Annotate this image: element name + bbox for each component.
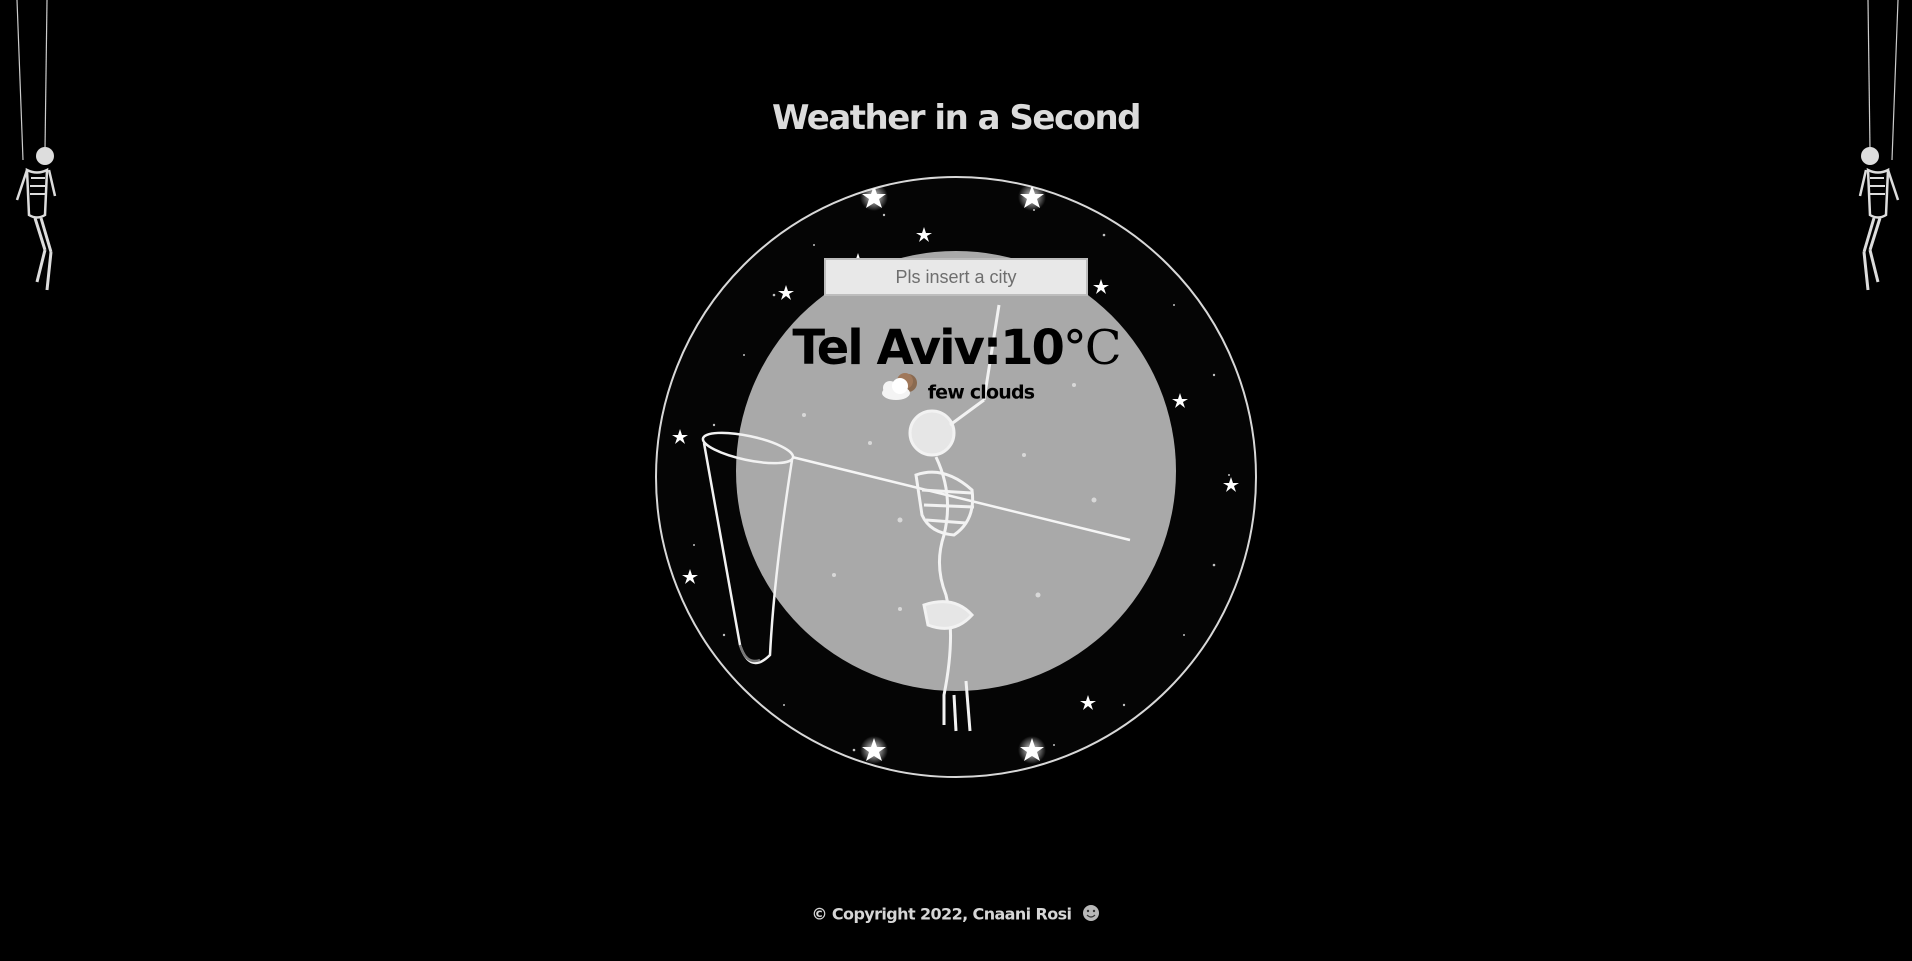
weather-description-row: few clouds [0,372,1912,414]
temperature-unit: °C [1062,320,1122,376]
weather-description: few clouds [927,381,1035,404]
temperature-display: Tel Aviv:10°C [0,318,1912,378]
hanging-skeleton-left-decoration [5,0,65,300]
city-name: Tel Aviv: [792,320,1002,376]
footer: © Copyright 2022, Cnaani Rosi [0,904,1912,926]
hanging-skeleton-right-decoration [1850,0,1910,300]
page-title: Weather in a Second [772,98,1142,138]
copyright-text: © Copyright 2022, Cnaani Rosi [811,904,1073,924]
city-search-input[interactable] [824,258,1088,296]
few-clouds-icon [878,372,922,414]
temperature-value: 10 [1000,320,1065,376]
smiley-icon [1082,904,1100,926]
